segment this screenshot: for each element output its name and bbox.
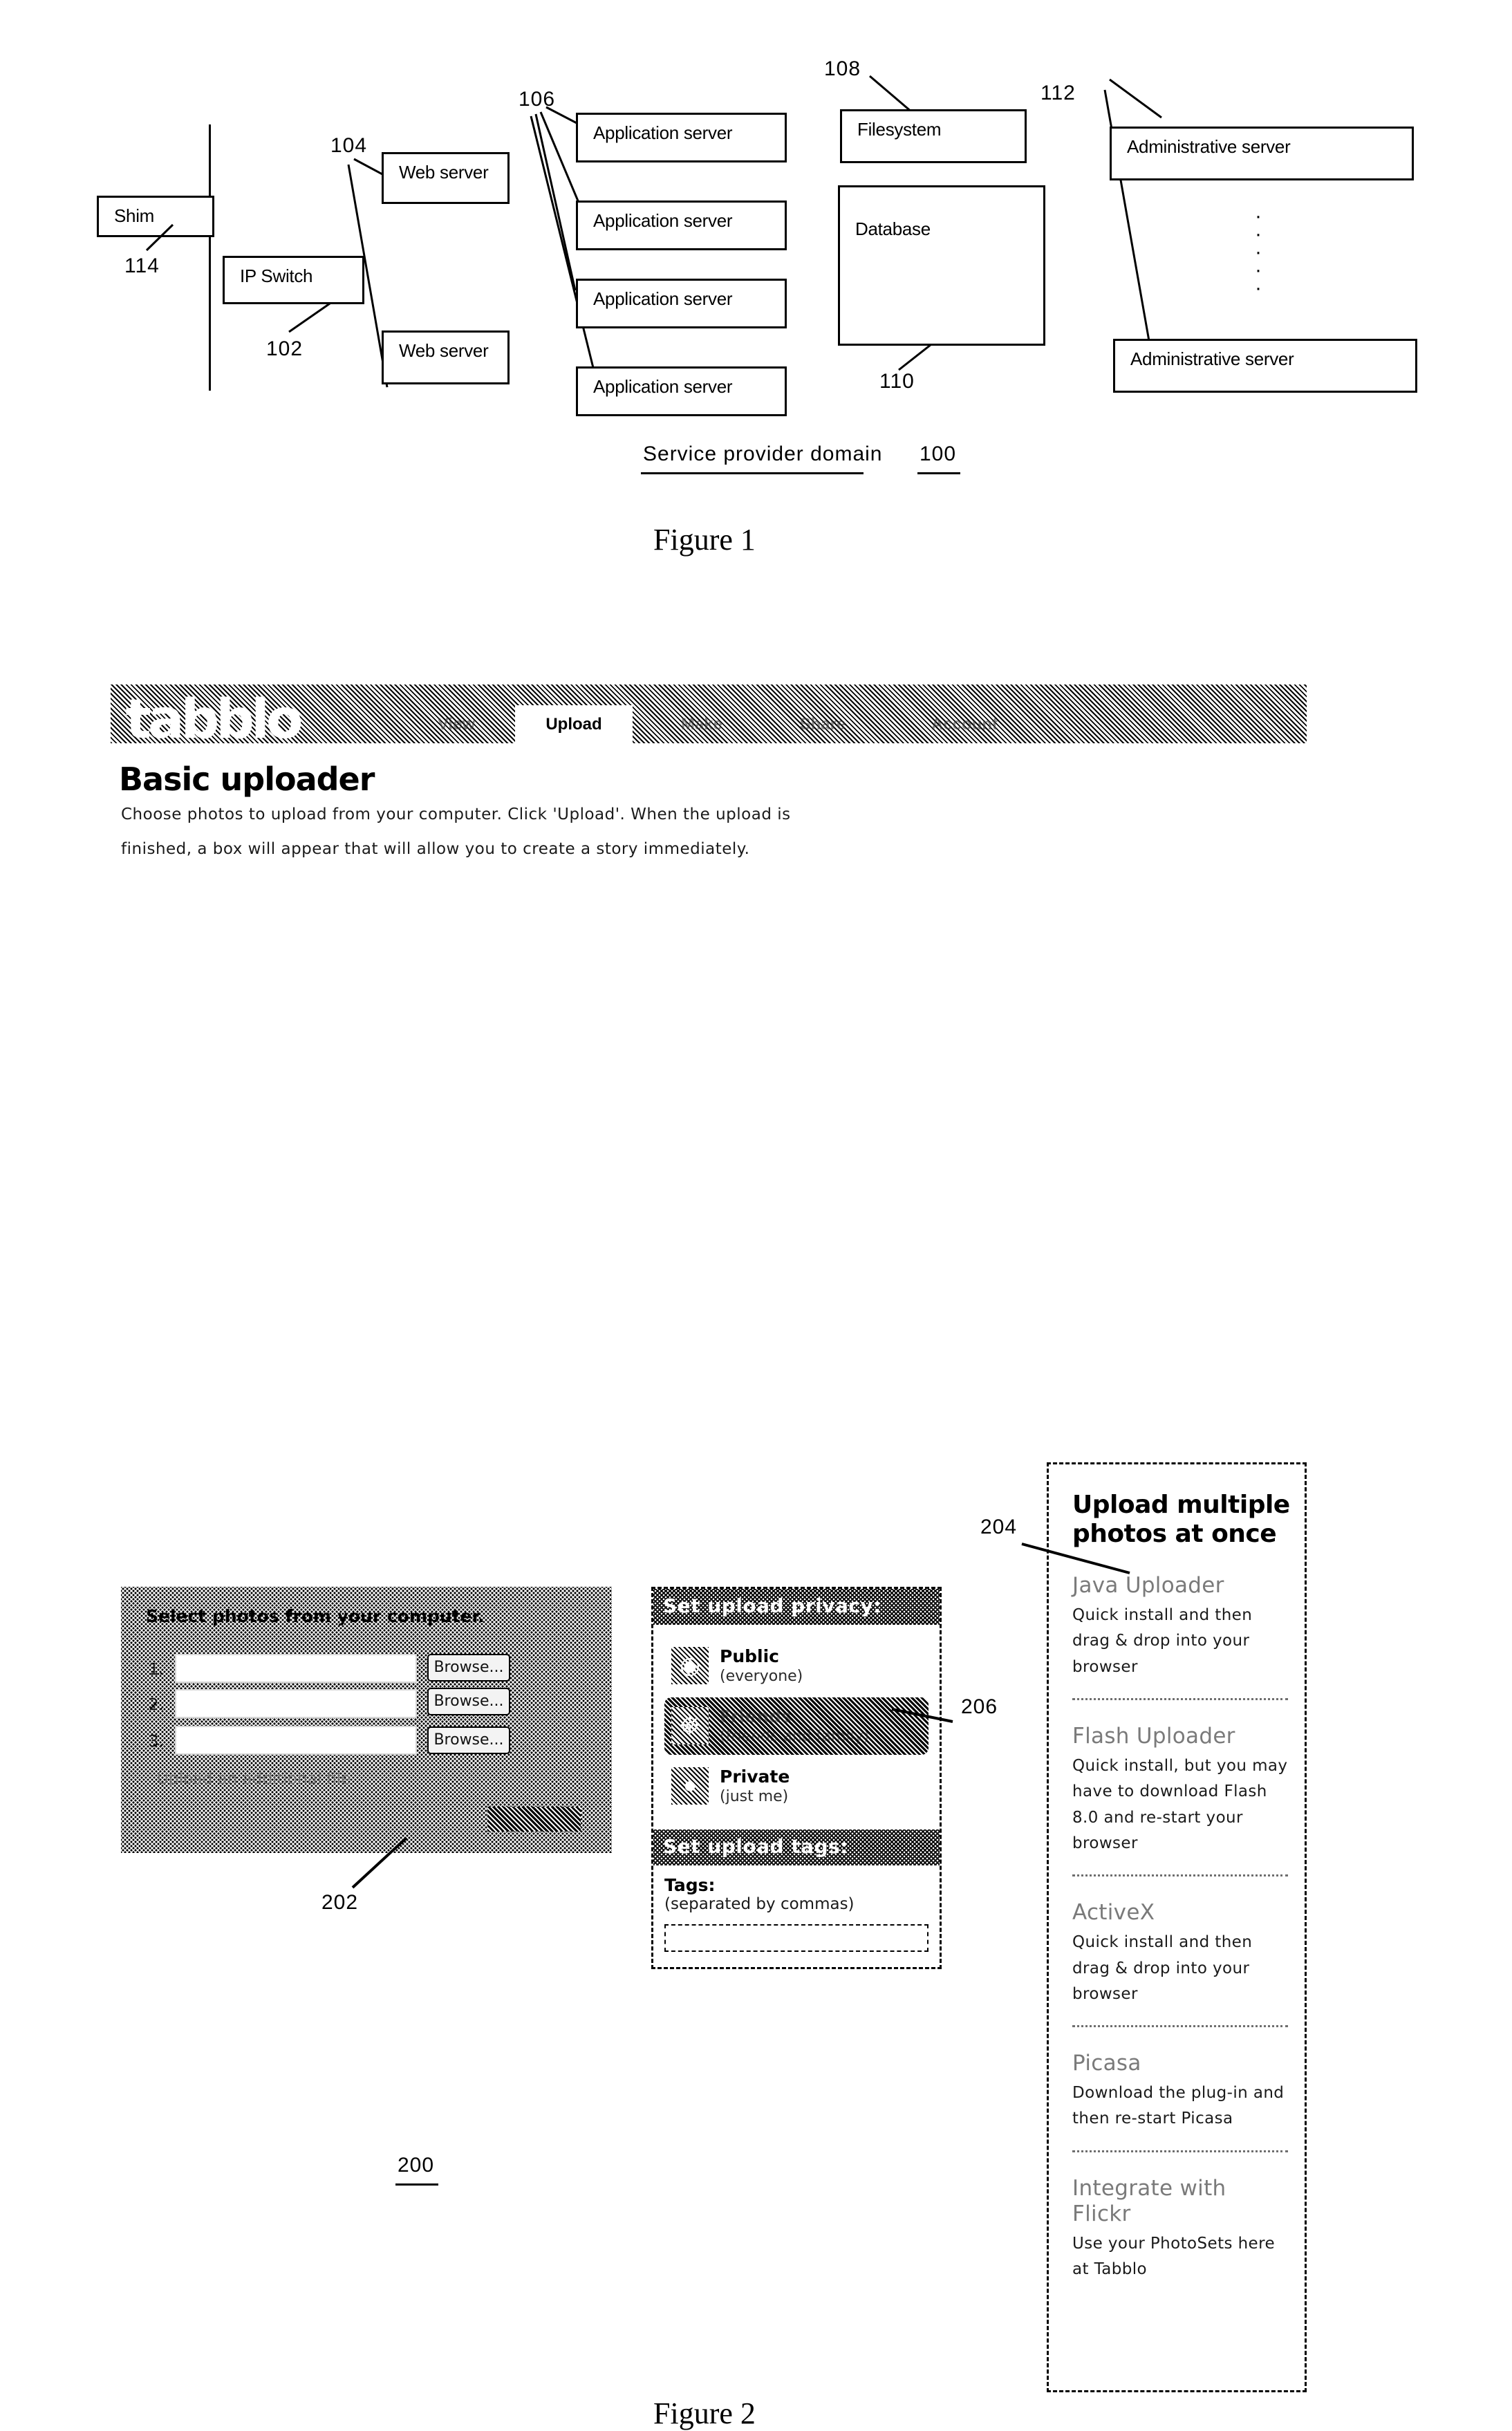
- sidebar-item-title: Integrate with Flickr: [1072, 2175, 1226, 2226]
- box-admin-server-1-label: Administrative server: [1127, 136, 1291, 157]
- tags-sublabel: (separated by commas): [664, 1895, 855, 1914]
- box-database-label: Database: [855, 218, 931, 239]
- figure-2: tabblo View Upload Make Share Account Ba…: [0, 664, 1512, 2430]
- numeral-106: 106: [519, 88, 556, 111]
- ellipsis-dot: ·: [1255, 277, 1262, 299]
- box-app-server-1: Application server: [576, 113, 787, 162]
- sidebar-item-flickr[interactable]: Integrate with Flickr Use your PhotoSets…: [1049, 2176, 1305, 2283]
- figure-1-caption: Figure 1: [653, 523, 756, 557]
- box-web-server-1-label: Web server: [399, 162, 489, 183]
- numeral-104: 104: [330, 134, 368, 157]
- numeral-200-underline: [395, 2183, 438, 2186]
- box-web-server-1: Web server: [382, 152, 510, 204]
- numeral-100-underline: [917, 472, 960, 474]
- sidebar-separator: [1072, 2025, 1288, 2027]
- box-app-server-2-label: Application server: [593, 210, 733, 231]
- box-app-server-1-label: Application server: [593, 122, 733, 143]
- box-app-server-3-label: Application server: [593, 288, 733, 309]
- sidebar-item-desc: Download the plug-in and then re-start P…: [1072, 2084, 1285, 2128]
- box-admin-server-1: Administrative server: [1110, 127, 1414, 180]
- sidebar-item-desc: Quick install and then drag & drop into …: [1072, 1933, 1253, 2003]
- numeral-204: 204: [980, 1516, 1018, 1538]
- box-admin-server-2-label: Administrative server: [1130, 348, 1294, 369]
- numeral-200: 200: [398, 2154, 435, 2177]
- box-app-server-4: Application server: [576, 366, 787, 416]
- sidebar-item-desc: Use your PhotoSets here at Tabblo: [1072, 2235, 1276, 2279]
- sidebar-item-activex[interactable]: ActiveX Quick install and then drag & dr…: [1049, 1900, 1305, 2007]
- box-web-server-2: Web server: [382, 330, 510, 384]
- tags-section: Tags: (separated by commas): [653, 1865, 940, 1967]
- box-filesystem: Filesystem: [840, 109, 1027, 163]
- numeral-202: 202: [321, 1891, 359, 1914]
- figure-2-caption: Figure 2: [653, 2396, 756, 2430]
- box-database: Database: [838, 185, 1045, 346]
- figure-2-leader-lines: [351, 1543, 1130, 1889]
- box-admin-server-2: Administrative server: [1113, 339, 1417, 393]
- sidebar-separator: [1072, 2150, 1288, 2152]
- figure-1: Shim 114 IP Switch 102 Web server Web se…: [0, 0, 1512, 581]
- admin-server-ellipsis: · · · · ·: [1251, 206, 1265, 299]
- numeral-100: 100: [920, 443, 957, 465]
- sidebar-separator: [1072, 1874, 1288, 1877]
- box-ip-switch: IP Switch: [223, 256, 364, 304]
- box-ip-switch-label: IP Switch: [240, 266, 313, 286]
- box-filesystem-label: Filesystem: [857, 119, 942, 140]
- tags-label: Tags:: [664, 1875, 716, 1896]
- numeral-110: 110: [879, 370, 915, 393]
- numeral-206: 206: [961, 1695, 998, 1718]
- domain-label-underline: [641, 472, 864, 474]
- tags-input[interactable]: [664, 1924, 928, 1953]
- numeral-102: 102: [266, 337, 304, 360]
- sidebar-item-picasa[interactable]: Picasa Download the plug-in and then re-…: [1049, 2051, 1305, 2132]
- box-web-server-2-label: Web server: [399, 340, 489, 361]
- box-app-server-3: Application server: [576, 279, 787, 328]
- box-app-server-2: Application server: [576, 201, 787, 250]
- sidebar-item-title: Picasa: [1072, 2051, 1141, 2076]
- box-app-server-4-label: Application server: [593, 376, 733, 397]
- numeral-112: 112: [1040, 82, 1076, 104]
- numeral-108: 108: [824, 57, 861, 80]
- service-provider-domain-label: Service provider domain: [643, 443, 883, 465]
- sidebar-item-title: ActiveX: [1072, 1900, 1155, 1926]
